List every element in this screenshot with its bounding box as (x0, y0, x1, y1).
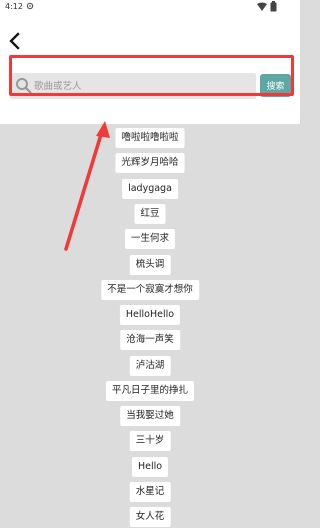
suggestion-tag[interactable]: 当我娶过她 (120, 406, 180, 426)
suggestion-tag[interactable]: 沧海一声笑 (120, 330, 180, 350)
suggestion-tag[interactable]: 不是一个寂寞才想你 (101, 280, 199, 300)
search-field[interactable] (10, 73, 256, 99)
search-input[interactable] (34, 76, 252, 96)
battery-icon (270, 1, 277, 12)
wifi-icon (257, 2, 267, 11)
suggestion-tag[interactable]: 泸沽湖 (129, 356, 171, 376)
suggestion-tag[interactable]: 光辉岁月哈哈 (115, 153, 185, 173)
search-button[interactable]: 搜索 (260, 74, 291, 97)
search-header: 搜索 (0, 13, 300, 124)
suggestion-tag[interactable]: ladygaga (122, 179, 178, 199)
suggestion-tag[interactable]: 女人花 (129, 507, 171, 527)
status-time: 4:12 (5, 2, 23, 11)
suggestion-tag[interactable]: 梳头调 (129, 255, 171, 275)
suggestion-tag[interactable]: 平凡日子里的挣扎 (105, 381, 195, 401)
suggestion-tag[interactable]: HelloHello (119, 305, 181, 325)
back-arrow-icon[interactable] (6, 32, 24, 50)
suggestion-tag[interactable]: 一生何求 (124, 229, 176, 249)
suggestion-tag[interactable]: 三十岁 (129, 431, 171, 451)
suggestion-tag[interactable]: Hello (131, 457, 169, 477)
search-icon (16, 78, 32, 94)
suggestion-tag[interactable]: 噜啦啦噜啦啦 (115, 128, 185, 148)
suggestion-tag[interactable]: 红豆 (134, 204, 166, 224)
suggestion-tag[interactable]: 水星记 (129, 482, 171, 502)
search-bar: 搜索 (10, 73, 292, 103)
settings-gear-icon (26, 2, 34, 10)
annotation-arrow (64, 121, 110, 251)
status-bar: 4:12 (0, 0, 300, 13)
